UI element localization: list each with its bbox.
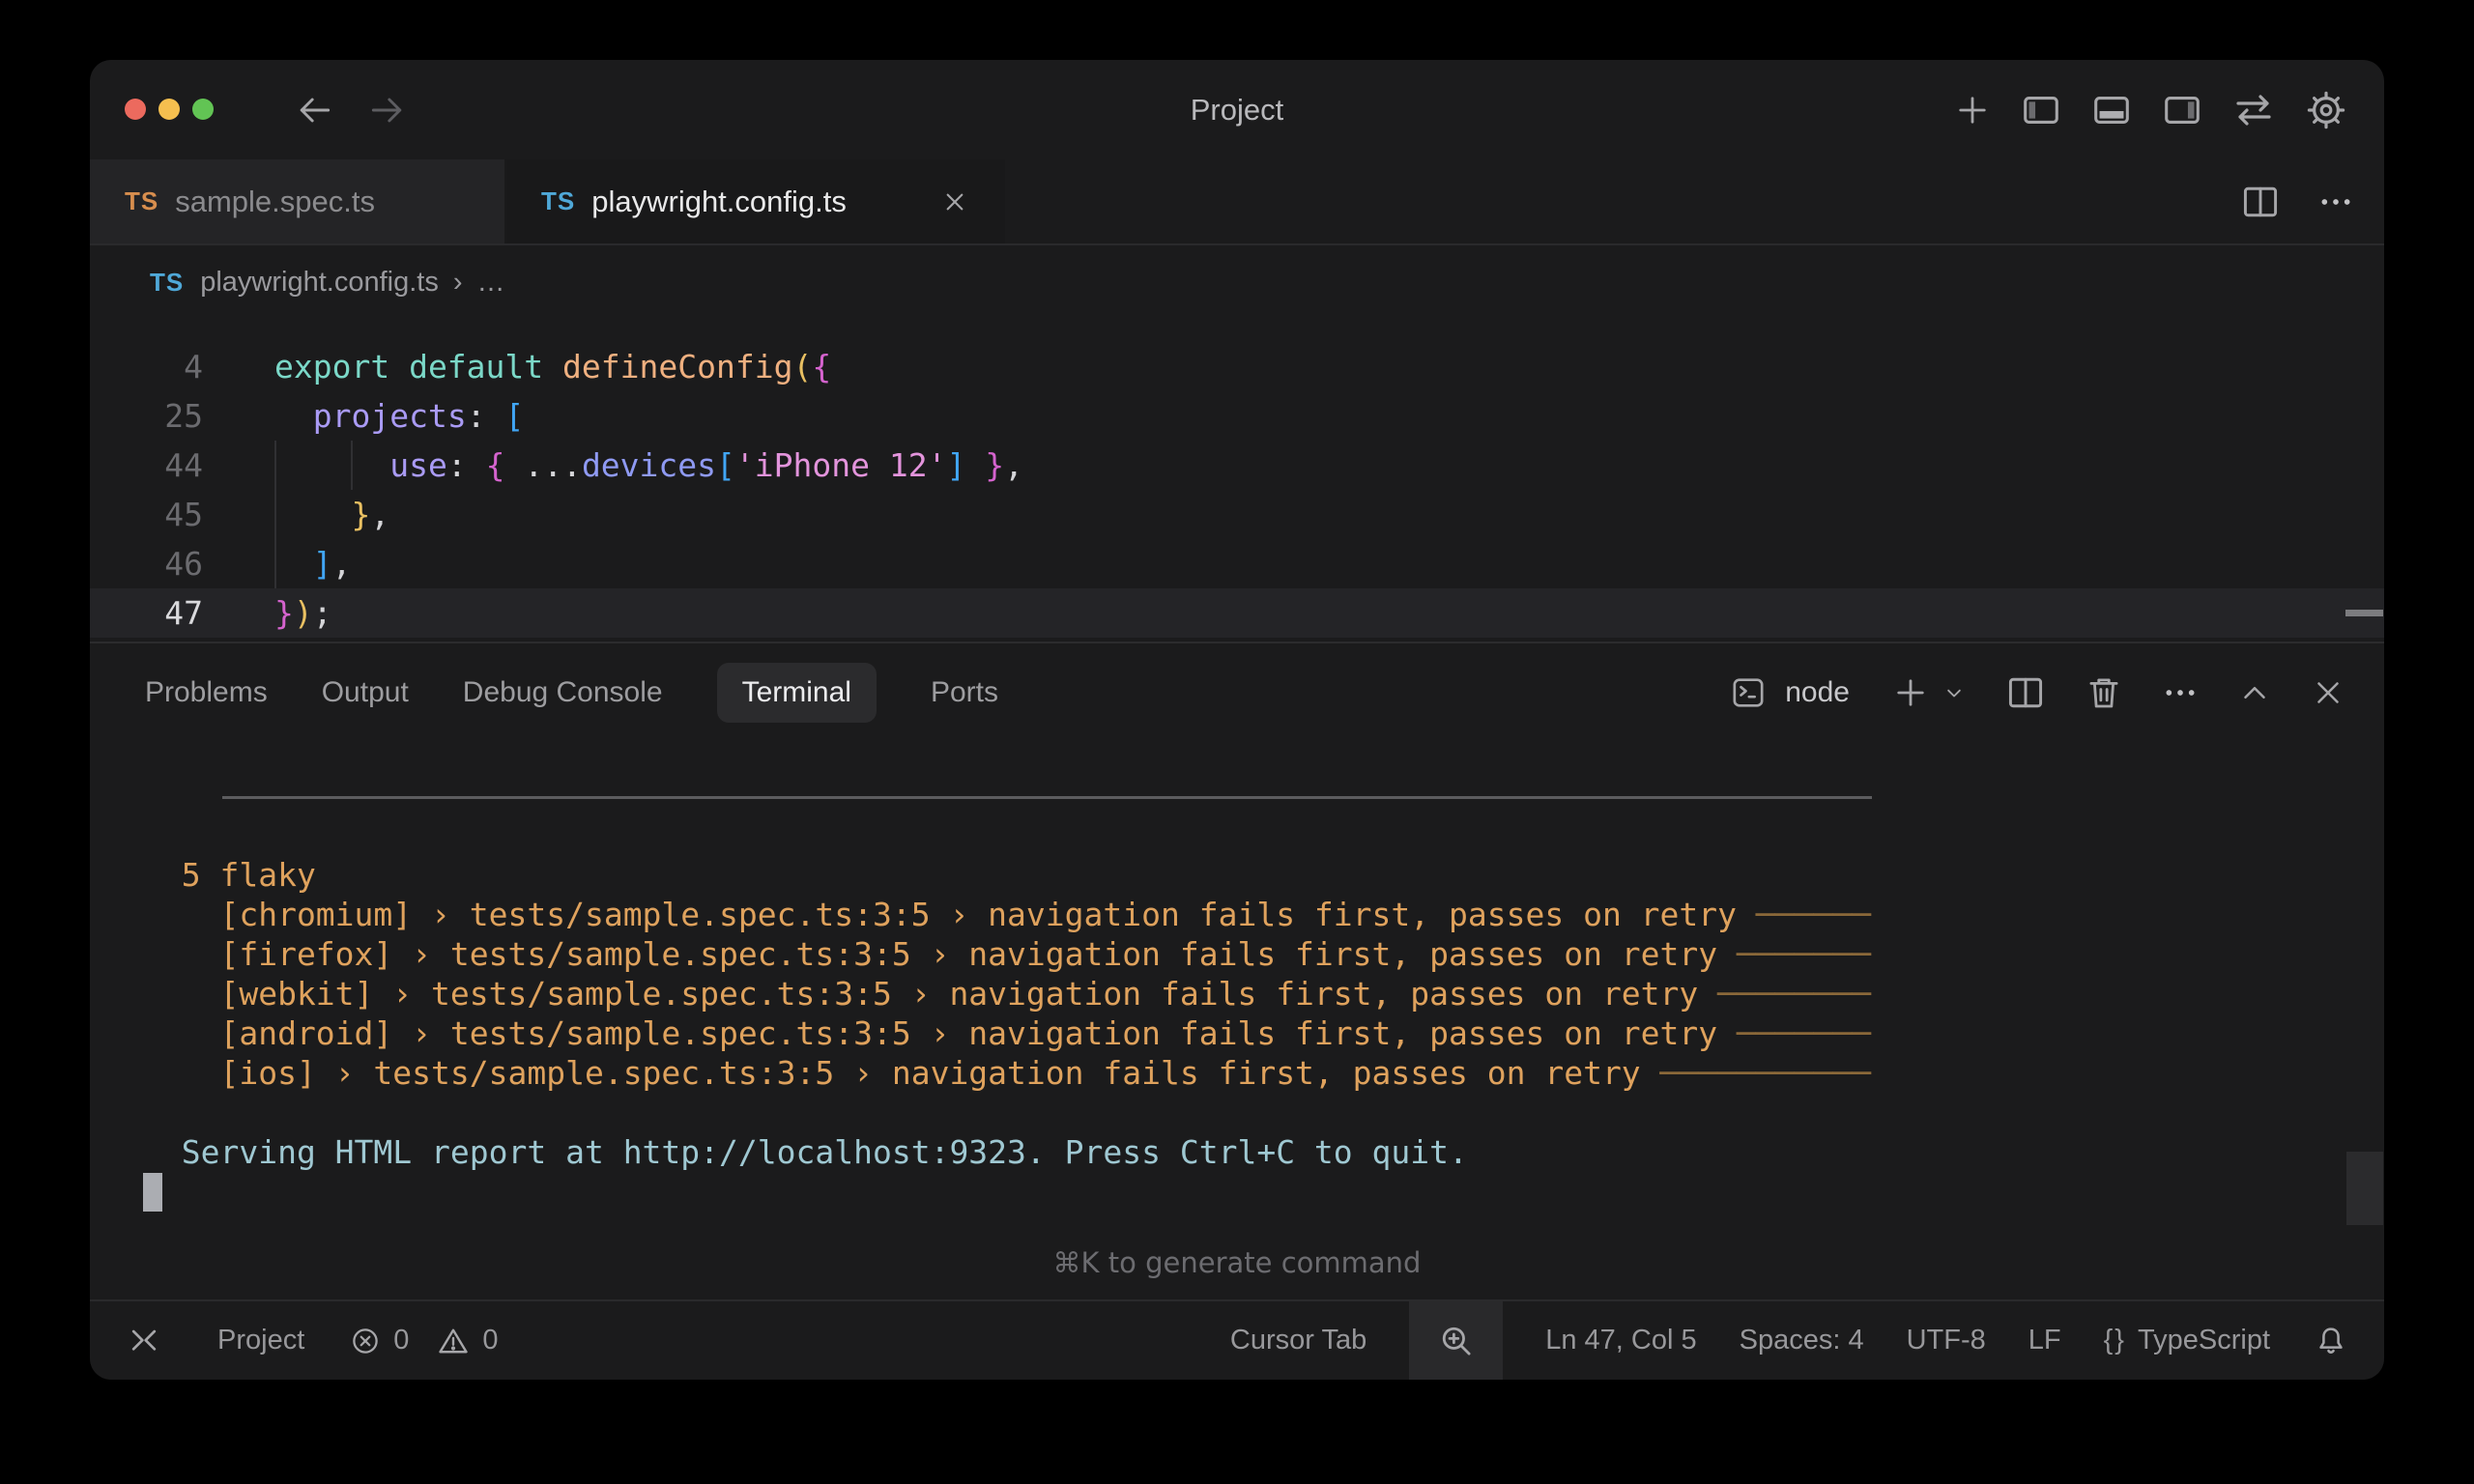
terminal-result-line: [webkit] › tests/sample.spec.ts:3:5 › na… — [143, 974, 1871, 1013]
terminal-block-cursor — [143, 1173, 162, 1212]
more-actions-icon[interactable] — [2316, 183, 2355, 221]
workspace-name[interactable]: Project — [217, 1325, 304, 1356]
panel-tab-debug-console[interactable]: Debug Console — [463, 676, 663, 709]
toggle-sidebar-left-icon[interactable] — [2019, 88, 2063, 132]
overview-ruler-current-line-marker — [2345, 610, 2383, 616]
line-number: 46 — [90, 539, 203, 588]
toggle-panel-bottom-icon[interactable] — [2089, 88, 2134, 132]
split-terminal-icon[interactable] — [2004, 671, 2047, 714]
breadcrumb-separator: › — [453, 267, 463, 299]
toggle-sidebar-right-icon[interactable] — [2160, 88, 2204, 132]
terminal-session-item[interactable]: node — [1729, 673, 1850, 712]
braces-icon: {} — [2104, 1325, 2126, 1356]
line-number: 45 — [90, 490, 203, 539]
close-panel-icon[interactable] — [2310, 674, 2346, 711]
zoom-tile[interactable] — [1409, 1301, 1503, 1380]
terminal-prompt-icon — [1729, 673, 1768, 712]
terminal-hint: ⌘K to generate command — [90, 1225, 2384, 1299]
kill-terminal-trash-icon[interactable] — [2084, 672, 2124, 713]
breadcrumb: TS playwright.config.ts › … — [90, 245, 2384, 319]
terminal-session-label: node — [1785, 676, 1850, 709]
warnings-status[interactable]: 0 — [436, 1324, 498, 1358]
breadcrumb-more[interactable]: … — [477, 267, 505, 299]
code-lines: 4export default defineConfig({25 project… — [90, 342, 2384, 638]
indent-guide — [351, 441, 353, 490]
line-number: 47 — [90, 588, 203, 638]
breadcrumb-file[interactable]: playwright.config.ts — [200, 267, 439, 299]
split-editor-icon[interactable] — [2239, 181, 2282, 223]
error-circle-icon — [349, 1325, 382, 1357]
terminal-lines: 5 flaky [chromium] › tests/sample.spec.t… — [143, 855, 1871, 1213]
indent-guide — [274, 441, 276, 588]
panel-tab-problems[interactable]: Problems — [145, 676, 268, 709]
terminal-result-line: [chromium] › tests/sample.spec.ts:3:5 › … — [143, 895, 1871, 934]
terminal-command-separator — [222, 796, 1872, 799]
panel-tab-terminal[interactable]: Terminal — [717, 663, 877, 723]
panel-tab-ports[interactable]: Ports — [931, 676, 998, 709]
code-line[interactable]: 45 }, — [90, 490, 2384, 539]
panel-more-actions-icon[interactable] — [2161, 673, 2200, 712]
terminal-result-line: [firefox] › tests/sample.spec.ts:3:5 › n… — [143, 934, 1871, 974]
remote-indicator-icon[interactable] — [125, 1322, 163, 1360]
language-mode-status[interactable]: {} TypeScript — [2104, 1325, 2270, 1356]
code-line[interactable]: 47}); — [90, 588, 2384, 638]
tab-playwright-config[interactable]: TS playwright.config.ts — [506, 159, 1005, 243]
cursor-position-status[interactable]: Ln 47, Col 5 — [1545, 1325, 1696, 1356]
maximize-panel-chevron-icon[interactable] — [2236, 674, 2273, 711]
indentation-status[interactable]: Spaces: 4 — [1740, 1325, 1864, 1356]
terminal-result-line: [android] › tests/sample.spec.ts:3:5 › n… — [143, 1013, 1871, 1053]
code-text: use: { ...devices['iPhone 12'] }, — [274, 441, 1023, 490]
eol-status[interactable]: LF — [2028, 1325, 2061, 1356]
terminal-dropdown-chevron-icon[interactable] — [1941, 679, 1968, 706]
terminal-summary-line: 5 flaky — [143, 855, 1871, 895]
code-line[interactable]: 4 export default defineConfig({ — [90, 342, 2384, 391]
terminal-scrollbar-thumb[interactable] — [2346, 1152, 2383, 1225]
new-terminal-icon[interactable] — [1890, 672, 1931, 713]
title-bar: Project — [90, 60, 2384, 159]
close-tab-icon[interactable] — [939, 186, 970, 217]
code-line[interactable]: 46 ], — [90, 539, 2384, 588]
tab-bar: TS sample.spec.ts TS playwright.config.t… — [90, 159, 2384, 245]
zoom-in-magnifier-icon — [1436, 1321, 1477, 1361]
warning-triangle-icon — [436, 1324, 471, 1358]
code-text: export default defineConfig({ — [274, 342, 831, 391]
line-number: 4 — [90, 342, 203, 391]
panel-header: Problems Output Debug Console Terminal P… — [90, 643, 2384, 742]
code-text: }, — [274, 490, 389, 539]
typescript-file-icon: TS — [541, 186, 575, 216]
status-bar: Project 0 0 Cursor Tab — [90, 1299, 2384, 1380]
typescript-file-icon: TS — [125, 186, 158, 216]
code-text: projects: [ — [274, 391, 524, 441]
new-file-icon[interactable] — [1952, 90, 1993, 130]
cursor-tab-status[interactable]: Cursor Tab — [1230, 1325, 1366, 1356]
code-line[interactable]: 44 use: { ...devices['iPhone 12'] }, — [90, 441, 2384, 490]
code-editor[interactable]: 4export default defineConfig({25 project… — [90, 319, 2384, 642]
terminal-output[interactable]: 5 flaky [chromium] › tests/sample.spec.t… — [90, 742, 2384, 1225]
hint-text: ⌘K to generate command — [1053, 1246, 1422, 1279]
terminal-serving-line: Serving HTML report at http://localhost:… — [143, 1132, 1871, 1172]
tab-label: playwright.config.ts — [591, 185, 847, 219]
typescript-file-icon: TS — [150, 268, 184, 298]
errors-status[interactable]: 0 — [349, 1325, 409, 1357]
line-number: 25 — [90, 391, 203, 441]
code-line[interactable]: 25 projects: [ — [90, 391, 2384, 441]
encoding-status[interactable]: UTF-8 — [1907, 1325, 1986, 1356]
panel-tab-output[interactable]: Output — [322, 676, 409, 709]
code-text: }); — [274, 588, 332, 638]
notifications-bell-icon[interactable] — [2313, 1323, 2349, 1359]
sync-arrows-icon[interactable] — [2230, 87, 2277, 133]
tab-label: sample.spec.ts — [175, 185, 375, 219]
line-number: 44 — [90, 441, 203, 490]
gear-icon[interactable] — [2303, 87, 2349, 133]
editor-window: Project — [90, 60, 2384, 1380]
code-text: ], — [274, 539, 352, 588]
terminal-blank-line — [143, 1093, 1871, 1132]
terminal-cursor-line — [143, 1173, 1871, 1213]
tab-sample-spec[interactable]: TS sample.spec.ts — [90, 159, 506, 243]
terminal-result-line: [ios] › tests/sample.spec.ts:3:5 › navig… — [143, 1053, 1871, 1093]
